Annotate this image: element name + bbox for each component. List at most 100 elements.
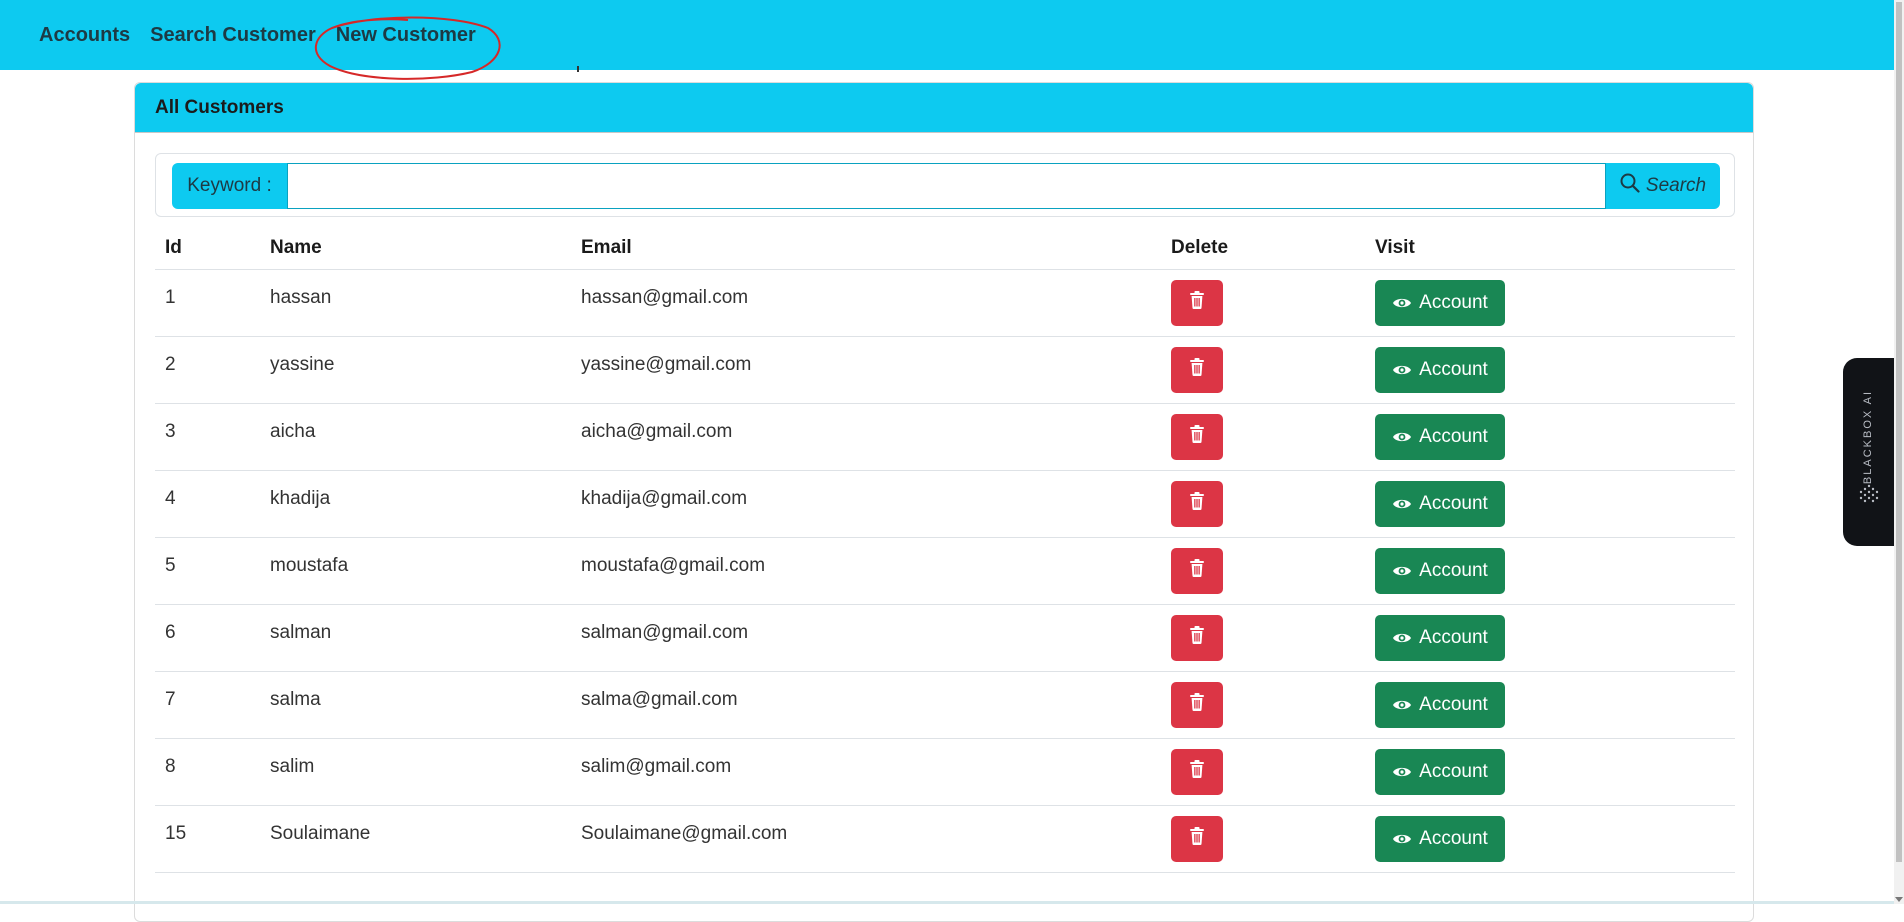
account-button[interactable]: Account [1375, 280, 1505, 326]
delete-button[interactable] [1171, 414, 1223, 460]
cell-visit: Account [1365, 269, 1735, 337]
trash-icon [1189, 760, 1205, 784]
cell-delete [1161, 537, 1365, 605]
table-header-row: Id Name Email Delete Visit [155, 226, 1735, 270]
cell-id: 1 [155, 269, 260, 337]
cell-visit: Account [1365, 336, 1735, 404]
header-name: Name [260, 226, 571, 270]
eye-icon [1392, 832, 1412, 846]
table-row: 5 moustafa moustafa@gmail.com Account [155, 537, 1735, 605]
cell-email: hassan@gmail.com [571, 269, 1161, 337]
table-body: 1 hassan hassan@gmail.com Account 2 yassine ya… [155, 269, 1735, 873]
table-row: 4 khadija khadija@gmail.com Account [155, 470, 1735, 538]
cell-delete [1161, 470, 1365, 538]
trash-icon [1189, 291, 1205, 315]
cell-email: salim@gmail.com [571, 738, 1161, 806]
account-button[interactable]: Account [1375, 481, 1505, 527]
account-button-label: Account [1419, 359, 1488, 380]
eye-icon [1392, 497, 1412, 511]
eye-icon [1392, 698, 1412, 712]
eye-icon [1392, 564, 1412, 578]
page-scrollbar[interactable] [1894, 0, 1904, 904]
delete-button[interactable] [1171, 280, 1223, 326]
cell-name: moustafa [260, 537, 571, 605]
delete-button[interactable] [1171, 347, 1223, 393]
blackbox-ai-label: BLACKBOX AI [1862, 389, 1875, 485]
account-button-label: Account [1419, 627, 1488, 648]
cell-id: 7 [155, 671, 260, 739]
table-row: 6 salman salman@gmail.com Account [155, 604, 1735, 672]
cell-delete [1161, 403, 1365, 471]
account-button-label: Account [1419, 560, 1488, 581]
cell-visit: Account [1365, 470, 1735, 538]
cell-visit: Account [1365, 805, 1735, 873]
cell-id: 4 [155, 470, 260, 538]
account-button-label: Account [1419, 292, 1488, 313]
top-navbar: Accounts Search Customer New Customer [0, 0, 1894, 70]
table-row: 15 Soulaimane Soulaimane@gmail.com Account [155, 805, 1735, 873]
eye-icon [1392, 631, 1412, 645]
cell-name: aicha [260, 403, 571, 471]
delete-button[interactable] [1171, 615, 1223, 661]
table-row: 7 salma salma@gmail.com Account [155, 671, 1735, 739]
trash-icon [1189, 626, 1205, 650]
header-id: Id [155, 226, 260, 270]
header-email: Email [571, 226, 1161, 270]
table-row: 1 hassan hassan@gmail.com Account [155, 269, 1735, 337]
cell-visit: Account [1365, 537, 1735, 605]
search-input-group: Keyword : Search [172, 163, 1720, 209]
cell-email: khadija@gmail.com [571, 470, 1161, 538]
cell-id: 3 [155, 403, 260, 471]
account-button[interactable]: Account [1375, 548, 1505, 594]
account-button-label: Account [1419, 761, 1488, 782]
delete-button[interactable] [1171, 548, 1223, 594]
cell-email: moustafa@gmail.com [571, 537, 1161, 605]
account-button[interactable]: Account [1375, 615, 1505, 661]
delete-button[interactable] [1171, 816, 1223, 862]
keyword-label: Keyword : [172, 163, 287, 209]
cell-name: hassan [260, 269, 571, 337]
delete-button[interactable] [1171, 481, 1223, 527]
blackbox-logo-icon [1859, 484, 1879, 503]
table-row: 8 salim salim@gmail.com Account [155, 738, 1735, 806]
search-icon [1620, 173, 1640, 199]
account-button[interactable]: Account [1375, 414, 1505, 460]
header-visit: Visit [1365, 226, 1735, 270]
trash-icon [1189, 425, 1205, 449]
cell-id: 2 [155, 336, 260, 404]
cell-visit: Account [1365, 738, 1735, 806]
nav-accounts-link[interactable]: Accounts [39, 24, 130, 47]
customers-card: All Customers Keyword : Search Id Name E… [134, 82, 1754, 922]
cell-delete [1161, 738, 1365, 806]
cell-email: salman@gmail.com [571, 604, 1161, 672]
account-button[interactable]: Account [1375, 347, 1505, 393]
search-form: Keyword : Search [155, 153, 1735, 217]
scrollbar-thumb[interactable] [1896, 2, 1902, 862]
trash-icon [1189, 559, 1205, 583]
cell-delete [1161, 269, 1365, 337]
cell-delete [1161, 671, 1365, 739]
nav-search-customer-link[interactable]: Search Customer [150, 24, 316, 47]
account-button[interactable]: Account [1375, 682, 1505, 728]
delete-button[interactable] [1171, 749, 1223, 795]
blackbox-ai-widget[interactable]: BLACKBOX AI [1843, 358, 1894, 546]
customers-table: Id Name Email Delete Visit 1 hassan hassan… [155, 226, 1735, 873]
cell-visit: Account [1365, 671, 1735, 739]
account-button[interactable]: Account [1375, 816, 1505, 862]
cell-visit: Account [1365, 604, 1735, 672]
cell-name: Soulaimane [260, 805, 571, 873]
search-button[interactable]: Search [1606, 163, 1720, 209]
cell-id: 8 [155, 738, 260, 806]
nav-new-customer-link[interactable]: New Customer [336, 24, 476, 47]
cell-delete [1161, 336, 1365, 404]
scroll-down-arrow-icon[interactable] [1895, 897, 1903, 902]
account-button-label: Account [1419, 694, 1488, 715]
cell-name: yassine [260, 336, 571, 404]
keyword-input[interactable] [287, 163, 1606, 209]
account-button[interactable]: Account [1375, 749, 1505, 795]
delete-button[interactable] [1171, 682, 1223, 728]
eye-icon [1392, 296, 1412, 310]
cell-email: Soulaimane@gmail.com [571, 805, 1161, 873]
trash-icon [1189, 492, 1205, 516]
cell-id: 5 [155, 537, 260, 605]
